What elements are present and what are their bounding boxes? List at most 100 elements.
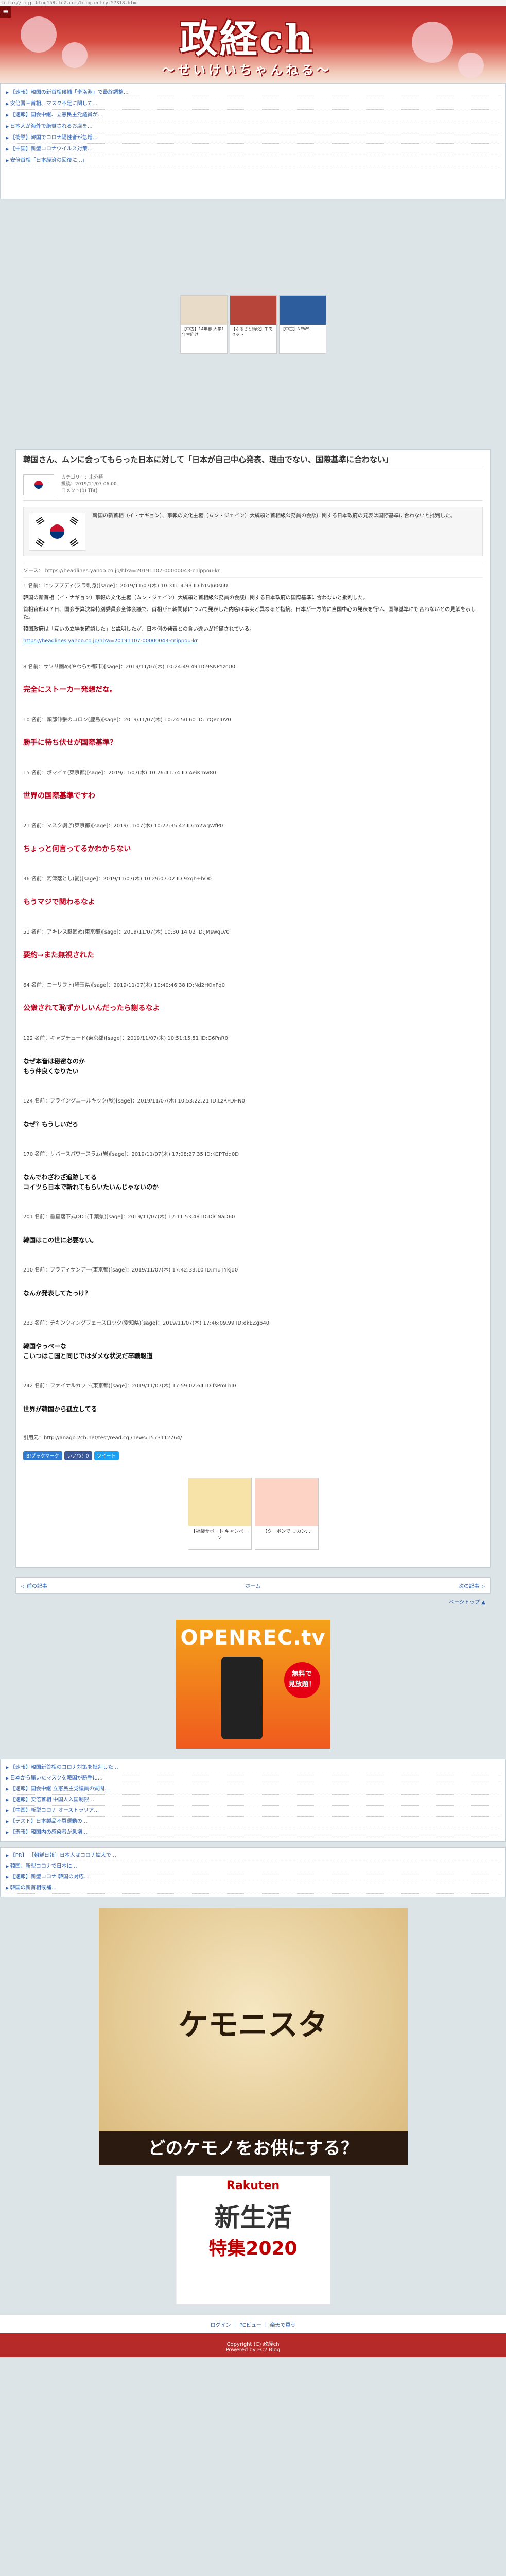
quote-text: 韓国の新首相（イ・ナギョン）、事報の文化主権（ムン・ジェイン）大統領と首相級公務… [93, 513, 456, 519]
page-top-link[interactable]: ページトップ ▲ [0, 1594, 506, 1609]
side-news-list: 【PR】 ［朝鮮日報］日本人はコロナ拡大で… 韓国、新型コロナで日本に… 【速報… [0, 1847, 506, 1897]
ad-card[interactable]: 【ふるさと納税】牛肉セット [229, 295, 277, 354]
facebook-like-button[interactable]: いいね！0 [64, 1451, 92, 1460]
footer-links[interactable]: ログイン ｜ PCビュー ｜ 楽天で買う [0, 2315, 506, 2333]
news-link[interactable]: 【速報】韓国新首相のコロナ対策を批判した… [6, 1762, 500, 1773]
news-link[interactable]: 【中国】新型コロナウイルス対策… [6, 144, 500, 155]
meta-category[interactable]: カテゴリー：未分類 [61, 474, 117, 481]
ad-card[interactable]: 【クーポンで リカン... [254, 1478, 319, 1550]
news-link[interactable]: 【テスト】日本製品不買運動の… [6, 1817, 500, 1827]
response-header: 170 名前：リバースパワースラム(岩)[sage]：2019/11/07(木)… [23, 1151, 239, 1157]
news-link[interactable]: 【速報】新型コロナ 韓国の対応… [6, 1872, 500, 1883]
ad-row: 【福袋サポート キャンペーン 【クーポンで リカン... [23, 1467, 483, 1560]
response-header: 10 名前：頭部伸張のコロン(鹿島)[sage]：2019/11/07(木) 1… [23, 717, 231, 723]
news-link[interactable]: 安倍首相「日本経済の回復に…」 [6, 155, 500, 166]
ad-image [188, 1478, 251, 1526]
news-link[interactable]: 韓国、新型コロナで日本に… [6, 1861, 500, 1872]
site-header: ≡ 政経ch ～せいけいちゃんねる～ [0, 6, 506, 83]
news-link[interactable]: 【PR】 ［朝鮮日報］日本人はコロナ拡大で… [6, 1851, 500, 1861]
ad-image [279, 295, 326, 325]
response-header: 8 名前：サソリ固め(やわらか都市)[sage]：2019/11/07(木) 1… [23, 664, 236, 670]
source-link[interactable]: https://headlines.yahoo.co.jp/hl?a=20191… [23, 637, 483, 645]
news-link[interactable]: 【速報】国会中継、立憲民主党議員が… [6, 110, 500, 121]
ad-card[interactable]: 【福袋サポート キャンペーン [187, 1478, 252, 1550]
response-header: 21 名前：マスク剥ぎ(東京都)[sage]：2019/11/07(木) 10:… [23, 823, 223, 829]
article-source[interactable]: ソース： https://headlines.yahoo.co.jp/hl?a=… [23, 563, 483, 578]
meta-comments[interactable]: コメント(0) TB() [61, 488, 117, 495]
response-item: 10 名前：頭部伸張のコロン(鹿島)[sage]：2019/11/07(木) 1… [23, 707, 483, 760]
response-header: 15 名前：ボマイェ(東京都)[sage]：2019/11/07(木) 10:2… [23, 770, 216, 776]
response-body: 世界が韓国から孤立してる [23, 1405, 97, 1413]
kemonista-tagline: どのケモノをお供にする？ [98, 2131, 408, 2165]
news-link[interactable]: 日本から届いたマスクを韓国が勝手に… [6, 1773, 500, 1784]
response-item: 210 名前：ブラディサンデー(東京都)[sage]：2019/11/07(木)… [23, 1258, 483, 1311]
openrec-logo: OPENREC.tv [180, 1626, 326, 1650]
news-link[interactable]: 【速報】安倍首相 中国人入国制限… [6, 1795, 500, 1806]
response-body: 勝手に待ち伏せが国際基準？ [23, 739, 117, 747]
response-item: 124 名前：フライングニールキック(秋)[sage]：2019/11/07(木… [23, 1089, 483, 1142]
article-title: 韓国さん、ムンに会ってもらった日本に対して「日本が自己中心発表、理由でない、国際… [23, 450, 483, 469]
response-header: 210 名前：ブラディサンデー(東京都)[sage]：2019/11/07(木)… [23, 1267, 238, 1273]
top-news-list: 【速報】韓国の新首相候補「李洛淵」で最終調整… 安倍晋三首相、マスク不足に関して… [0, 83, 506, 199]
flower-decor [412, 22, 453, 63]
response-body: 完全にストーカー発想だな。 [23, 686, 117, 694]
ad-image [230, 295, 276, 325]
site-footer: Copyright (C) 政経ch Powered by FC2 Blog [0, 2333, 506, 2357]
page: http://fcjp.blog158.fc2.com/blog-entry-5… [0, 0, 506, 2357]
news-link[interactable]: 日本人が海外で絶賛されるお店を… [6, 121, 500, 132]
response-body: ちょっと何言ってるかわからない [23, 845, 131, 853]
phone-image [221, 1657, 263, 1739]
body-paragraph: 首相官邸は７日、国会予算決算特別委員会全体会議で、首相が日韓関係について発表した… [23, 607, 476, 620]
site-logo[interactable]: 政経ch ～せいけいちゃんねる～ [103, 17, 391, 77]
response-item: 36 名前：河津落とし(愛)[sage]：2019/11/07(木) 10:29… [23, 867, 483, 920]
prev-article-link[interactable]: ◁ 前の記事 [21, 1582, 47, 1589]
next-article-link[interactable]: 次の記事 ▷ [459, 1582, 485, 1589]
news-link[interactable]: 【悲報】韓国内の感染者が急増… [6, 1827, 500, 1838]
rakuten-ad[interactable]: Rakuten 新生活 特集2020 [176, 2176, 330, 2304]
article-quote: 韓国の新首相（イ・ナギョン）、事報の文化主権（ムン・ジェイン）大統領と首相級公務… [23, 507, 483, 556]
news-link[interactable]: 【速報】国会中継 立憲民主党議員の質問… [6, 1784, 500, 1795]
response-item: 51 名前：アキレス腱固め(東京都)[sage]：2019/11/07(木) 1… [23, 920, 483, 973]
home-link[interactable]: ホーム [246, 1582, 261, 1589]
kemonista-ad[interactable]: ケモニスタ どのケモノをお供にする？ [98, 1908, 408, 2165]
source-footer[interactable]: 引用元：http://anago.2ch.net/test/read.cgi/n… [23, 1427, 483, 1444]
response-body: 韓国はこの世に必要ない。 [23, 1236, 98, 1244]
response-item: 21 名前：マスク剥ぎ(東京都)[sage]：2019/11/07(木) 10:… [23, 814, 483, 867]
copyright: Copyright (C) 政経ch [226, 2342, 280, 2347]
powered-by[interactable]: Powered by FC2 Blog [0, 2347, 506, 2353]
ad-card[interactable]: 【中古】14年春 大学1年生向け [180, 295, 228, 354]
response-header: 36 名前：河津落とし(愛)[sage]：2019/11/07(木) 10:29… [23, 876, 212, 882]
response-body: 世界の国際基準ですわ [23, 792, 95, 800]
logo-title: 政経ch [179, 17, 315, 61]
response-item: 170 名前：リバースパワースラム(岩)[sage]：2019/11/07(木)… [23, 1142, 483, 1205]
openrec-ad[interactable]: OPENREC.tv 無料で 見放題！ [176, 1620, 330, 1749]
news-link[interactable]: 【中国】新型コロナ オーストラリア… [6, 1806, 500, 1817]
ad-image [255, 1478, 318, 1526]
flower-decor [21, 16, 57, 53]
news-link[interactable]: 韓国の新首相候補… [6, 1883, 500, 1894]
tweet-button[interactable]: ツイート [94, 1451, 119, 1460]
article-meta: カテゴリー：未分類 投稿：2019/11/07 06:00 コメント(0) TB… [23, 469, 483, 501]
rakuten-subheadline: 特集2020 [208, 2238, 298, 2259]
response-header: 124 名前：フライングニールキック(秋)[sage]：2019/11/07(木… [23, 1098, 245, 1104]
rakuten-logo: Rakuten [226, 2179, 280, 2192]
response-item: 242 名前：ファイナルカット(東京都)[sage]：2019/11/07(木)… [23, 1374, 483, 1427]
response-item: 201 名前：垂直落下式DDT(千葉県)[sage]：2019/11/07(木)… [23, 1205, 483, 1258]
flower-decor [458, 53, 484, 78]
ad-card[interactable]: 【中古】NEWS [278, 295, 326, 354]
response-header: 64 名前：ニーリフト(埼玉県)[sage]：2019/11/07(木) 10:… [23, 982, 225, 988]
news-link[interactable]: 【速報】韓国の新首相候補「李洛淵」で最終調整… [6, 87, 500, 98]
response-header: 201 名前：垂直落下式DDT(千葉県)[sage]：2019/11/07(木)… [23, 1214, 235, 1220]
response-body: なんでわざわざ追跡してる コイツら日本で斬れてもらいたいんじゃないのか [23, 1174, 159, 1191]
hatena-bookmark-button[interactable]: B!ブックマーク [23, 1451, 62, 1460]
flower-decor [62, 42, 88, 68]
news-link[interactable]: 【衝撃】韓国でコロナ陽性者が急増… [6, 132, 500, 144]
response-item: 122 名前：キャプチュード(東京都)[sage]：2019/11/07(木) … [23, 1026, 483, 1089]
ad-label: 【ふるさと納税】牛肉セット [231, 326, 273, 337]
article-body: 1 名前：ヒッププディ(プラ刺身)[sage]：2019/11/07(木) 10… [23, 578, 483, 654]
menu-icon[interactable]: ≡ [0, 6, 11, 18]
meta-date: 投稿：2019/11/07 06:00 [61, 482, 117, 487]
rakuten-headline: 新生活 [214, 2202, 292, 2232]
news-link[interactable]: 安倍晋三首相、マスク不足に関して… [6, 98, 500, 110]
body-paragraph: 韓国の新首相（イ・ナギョン）事報の文化主権（ムン・ジェイン）大統領と首相級公務員… [23, 595, 368, 601]
